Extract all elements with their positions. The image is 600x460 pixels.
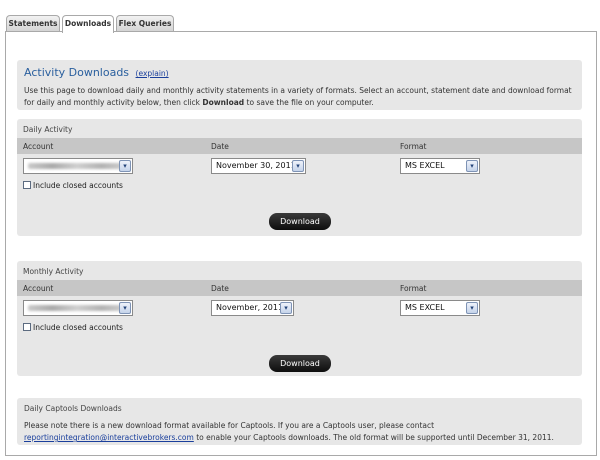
- page-title-text: Activity Downloads: [24, 66, 130, 79]
- checkbox-icon[interactable]: [23, 181, 31, 189]
- monthly-account-select[interactable]: ▾: [23, 300, 133, 316]
- tab-downloads[interactable]: Downloads: [62, 15, 114, 33]
- monthly-date-value: November, 2011: [216, 303, 284, 312]
- captools-panel: Daily Captools Downloads Please note the…: [17, 398, 582, 445]
- monthly-include-closed-checkbox[interactable]: Include closed accounts: [23, 323, 123, 332]
- daily-col-date: Date: [211, 142, 229, 151]
- chevron-down-icon[interactable]: ▾: [119, 302, 131, 314]
- monthly-column-header: Account Date Format: [17, 280, 582, 296]
- captools-text-end: to enable your Captools downloads. The o…: [193, 433, 554, 442]
- monthly-include-closed-label: Include closed accounts: [33, 323, 123, 332]
- monthly-activity-panel: Monthly Activity Account Date Format ▾ N…: [17, 261, 582, 376]
- daily-activity-title: Daily Activity: [23, 125, 73, 134]
- daily-include-closed-checkbox[interactable]: Include closed accounts: [23, 181, 123, 190]
- daily-account-select[interactable]: ▾: [23, 158, 133, 174]
- monthly-col-format: Format: [400, 284, 427, 293]
- chevron-down-icon[interactable]: ▾: [466, 160, 478, 172]
- captools-notice: Please note there is a new download form…: [24, 420, 579, 444]
- header-panel: Activity Downloads (explain) Use this pa…: [17, 60, 582, 110]
- daily-activity-panel: Daily Activity Account Date Format ▾ Nov…: [17, 119, 582, 236]
- page-title: Activity Downloads (explain): [24, 66, 169, 79]
- tab-statements[interactable]: Statements: [6, 15, 60, 32]
- daily-col-account: Account: [23, 142, 54, 151]
- monthly-date-select[interactable]: November, 2011 ▾: [211, 300, 294, 316]
- daily-date-select[interactable]: November 30, 2011 ▾: [211, 158, 306, 174]
- checkbox-icon[interactable]: [23, 323, 31, 331]
- daily-format-select[interactable]: MS EXCEL ▾: [400, 158, 480, 174]
- redacted-account: [28, 305, 126, 311]
- daily-include-closed-label: Include closed accounts: [33, 181, 123, 190]
- captools-text: Please note there is a new download form…: [24, 421, 435, 430]
- page-description: Use this page to download daily and mont…: [24, 85, 579, 109]
- monthly-activity-title: Monthly Activity: [23, 267, 84, 276]
- daily-format-value: MS EXCEL: [405, 161, 445, 170]
- explain-link[interactable]: (explain): [136, 69, 169, 78]
- monthly-col-account: Account: [23, 284, 54, 293]
- daily-col-format: Format: [400, 142, 427, 151]
- redacted-account: [28, 163, 126, 169]
- chevron-down-icon[interactable]: ▾: [466, 302, 478, 314]
- captools-email-link[interactable]: reportingintegration@interactivebrokers.…: [24, 433, 194, 442]
- monthly-format-value: MS EXCEL: [405, 303, 445, 312]
- chevron-down-icon[interactable]: ▾: [292, 160, 304, 172]
- chevron-down-icon[interactable]: ▾: [119, 160, 131, 172]
- monthly-format-select[interactable]: MS EXCEL ▾: [400, 300, 480, 316]
- tab-flex-queries[interactable]: Flex Queries: [116, 15, 174, 32]
- chevron-down-icon[interactable]: ▾: [280, 302, 292, 314]
- daily-download-button[interactable]: Download: [269, 213, 331, 230]
- monthly-col-date: Date: [211, 284, 229, 293]
- daily-column-header: Account Date Format: [17, 138, 582, 154]
- description-bold: Download: [202, 98, 245, 107]
- daily-date-value: November 30, 2011: [216, 161, 296, 170]
- monthly-download-button[interactable]: Download: [269, 355, 331, 372]
- captools-title: Daily Captools Downloads: [24, 404, 122, 413]
- description-text-end: to save the file on your computer.: [244, 98, 374, 107]
